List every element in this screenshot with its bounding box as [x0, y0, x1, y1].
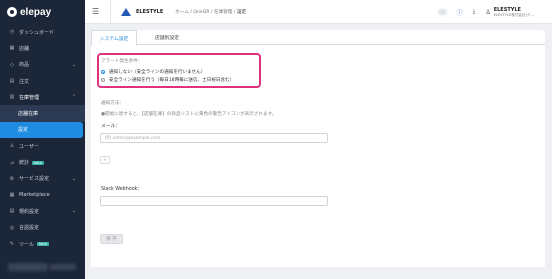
globe-icon: ◎: [9, 224, 15, 231]
radio-selected[interactable]: [101, 70, 105, 74]
divider: [110, 0, 111, 24]
sidebar: elepay ◷ ダッシュボード ▦ 店舗 ◇ 商品 ⌄ ▤ 注文 ▥ 在庫管理…: [0, 0, 85, 279]
brand-name: ELESTYLE: [136, 8, 164, 15]
help-icon[interactable]: ⓘ: [457, 8, 463, 17]
blurred-element: [437, 9, 447, 15]
sidebar-item-orders[interactable]: ▤ 注文: [0, 73, 85, 89]
sidebar-item-language[interactable]: ◎ 言語設定: [0, 220, 85, 236]
sidebar-item-users[interactable]: ♙ ユーザー: [0, 138, 85, 154]
email-label: メール：: [101, 124, 121, 129]
sidebar-item-settings[interactable]: 設定: [0, 121, 83, 139]
top-header: ☰ ELESTYLE ホーム / OneQR / 在庫管理 / 設定 ⓘ ⤓ ♙…: [85, 0, 552, 24]
sidebar-item-inventory[interactable]: ▥ 在庫管理 ⌃: [0, 89, 85, 105]
breadcrumb: ホーム / OneQR / 在庫管理 / 設定: [175, 9, 247, 15]
tag-icon: ◇: [10, 61, 14, 68]
account-menu[interactable]: ♙ ELESTYLE ELESTYLE株式会社(テ...: [485, 7, 534, 18]
grid-icon: ▦: [9, 192, 15, 199]
sidebar-item-marketplace[interactable]: ▦ Marketplace: [0, 187, 85, 203]
sidebar-item-service-settings[interactable]: ⚙ サービス設定 ⌄: [0, 171, 85, 187]
chevron-down-icon: ⌄: [71, 208, 76, 215]
cart-icon: ▤: [9, 78, 15, 85]
sidebar-item-tools[interactable]: ✎ ツール beta: [0, 236, 85, 252]
store-icon: ▦: [9, 45, 15, 52]
sidebar-item-dashboard[interactable]: ◷ ダッシュボード: [0, 24, 85, 40]
beta-badge: beta: [32, 160, 44, 165]
sidebar-item-store-stock[interactable]: 店舗在庫: [0, 105, 85, 122]
user-icon: ♙: [9, 143, 15, 150]
chart-icon: ⊿: [9, 159, 15, 166]
logo-text: elepay: [20, 6, 52, 18]
tab-store-settings[interactable]: 店舗別設定: [146, 30, 188, 45]
chevron-down-icon: ⌄: [71, 175, 76, 182]
alert-condition-label: アラート発生条件：: [101, 59, 143, 64]
user-icon: ♙: [485, 8, 491, 16]
sidebar-item-stores[interactable]: ▦ 店舗: [0, 40, 85, 56]
sidebar-item-products[interactable]: ◇ 商品 ⌄: [0, 57, 85, 73]
blurred-user-info: [8, 263, 48, 271]
brand-logo-icon: [121, 7, 131, 16]
email-field[interactable]: 例) admin@example.com: [100, 133, 328, 143]
notify-description: ●開始に達すると、【店舗在庫】の商品リストに黄色の警告アイコンが表示されます。: [101, 112, 277, 117]
radio-safety-notify[interactable]: 安全ライン通知を行う（毎日18時毎に送信、土日祝日含む）: [101, 77, 234, 83]
account-company: ELESTYLE株式会社(テ...: [493, 12, 534, 17]
breadcrumb-home[interactable]: ホーム: [175, 10, 189, 15]
tab-system-settings[interactable]: システム設定: [91, 30, 137, 46]
notify-method-label: 通知方法：: [101, 101, 124, 106]
logo[interactable]: elepay: [0, 0, 85, 24]
blurred-user-info: [50, 264, 76, 270]
settings-card: システム設定 店舗別設定 アラート発生条件： 通知しない（安全ラインの通知を行い…: [91, 30, 545, 267]
download-icon[interactable]: ⤓: [473, 8, 476, 16]
breadcrumb-oneqr[interactable]: OneQR: [193, 10, 209, 15]
inventory-icon: ▥: [9, 94, 15, 101]
beta-badge: beta: [37, 242, 49, 246]
add-email-button[interactable]: +: [100, 156, 110, 164]
radio-unselected[interactable]: [101, 78, 105, 82]
sidebar-item-terms[interactable]: ▤ 規約設定 ⌄: [0, 203, 85, 219]
slack-webhook-field[interactable]: [100, 196, 328, 206]
menu-icon[interactable]: ☰: [92, 7, 100, 16]
chevron-down-icon: ⌄: [71, 61, 76, 68]
gear-icon: ⚙: [9, 175, 15, 182]
sidebar-item-stats[interactable]: ⊿ 統計 beta: [0, 154, 85, 170]
save-button[interactable]: 保 存: [100, 234, 123, 244]
wrench-icon: ✎: [9, 241, 15, 247]
clock-icon: ◷: [9, 29, 15, 36]
chevron-up-icon: ⌃: [71, 94, 76, 101]
tab-bar: システム設定 店舗別設定: [91, 30, 545, 46]
radio-no-notify[interactable]: 通知しない（安全ラインの通知を行いません）: [101, 69, 205, 75]
slack-webhook-label: Slack Webhook：: [101, 187, 143, 192]
doc-icon: ▤: [9, 208, 15, 215]
breadcrumb-inventory[interactable]: 在庫管理: [214, 10, 232, 15]
breadcrumb-current: 設定: [236, 9, 247, 15]
elepay-logo-icon: [7, 7, 17, 17]
